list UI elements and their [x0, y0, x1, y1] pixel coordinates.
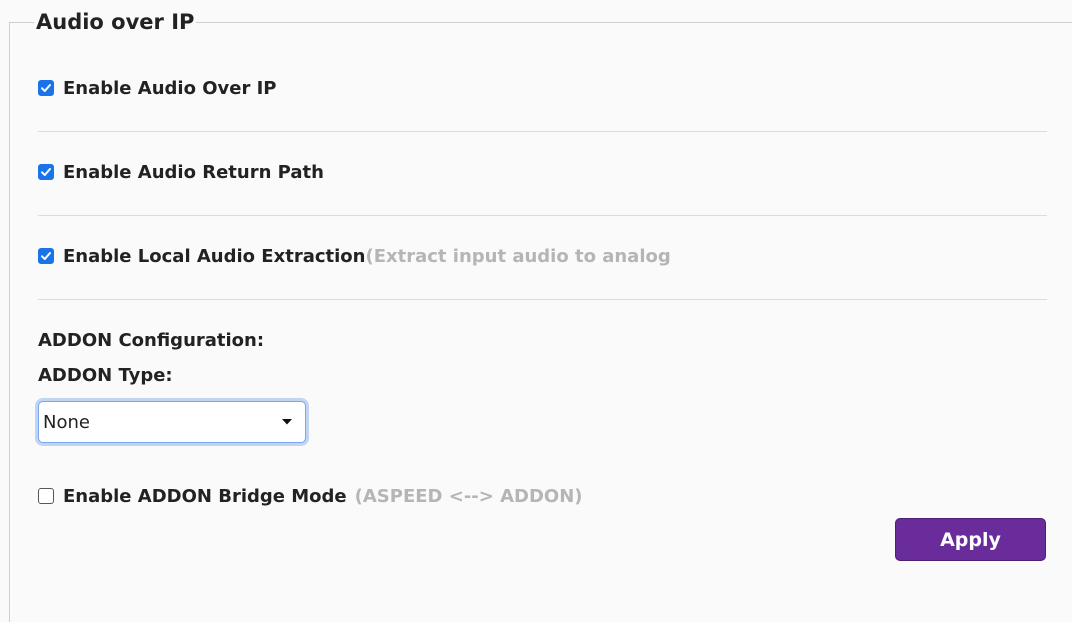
- enable-aoip-option[interactable]: Enable Audio Over IP: [38, 76, 277, 100]
- enable-local-extraction-checkbox[interactable]: [38, 248, 54, 264]
- addon-type-selected-value: None: [43, 411, 90, 433]
- enable-return-path-label: Enable Audio Return Path: [63, 161, 324, 183]
- checkmark-icon: [41, 252, 51, 260]
- enable-aoip-checkbox[interactable]: [38, 80, 54, 96]
- divider: [38, 215, 1047, 216]
- checkmark-icon: [41, 168, 51, 176]
- local-extraction-hint: (Extract input audio to analog: [365, 245, 671, 267]
- enable-local-extraction-option[interactable]: Enable Local Audio Extraction (Extract i…: [38, 244, 671, 268]
- enable-return-path-checkbox[interactable]: [38, 164, 54, 180]
- apply-button[interactable]: Apply: [895, 518, 1046, 561]
- enable-bridge-mode-option[interactable]: Enable ADDON Bridge Mode (ASPEED <--> AD…: [38, 484, 583, 508]
- caret-down-icon: [282, 419, 292, 425]
- enable-bridge-mode-checkbox[interactable]: [38, 488, 54, 504]
- bridge-mode-hint: (ASPEED <--> ADDON): [354, 485, 583, 507]
- addon-type-label: ADDON Type:: [38, 365, 173, 386]
- divider: [38, 131, 1047, 132]
- enable-bridge-mode-label: Enable ADDON Bridge Mode: [63, 485, 347, 507]
- addon-type-select[interactable]: None: [38, 401, 306, 443]
- enable-return-path-option[interactable]: Enable Audio Return Path: [38, 160, 324, 184]
- checkmark-icon: [41, 84, 51, 92]
- enable-local-extraction-label: Enable Local Audio Extraction: [63, 245, 366, 267]
- divider: [38, 299, 1047, 300]
- enable-aoip-label: Enable Audio Over IP: [63, 77, 277, 99]
- section-title: Audio over IP: [34, 8, 197, 36]
- addon-config-heading: ADDON Configuration:: [38, 330, 265, 351]
